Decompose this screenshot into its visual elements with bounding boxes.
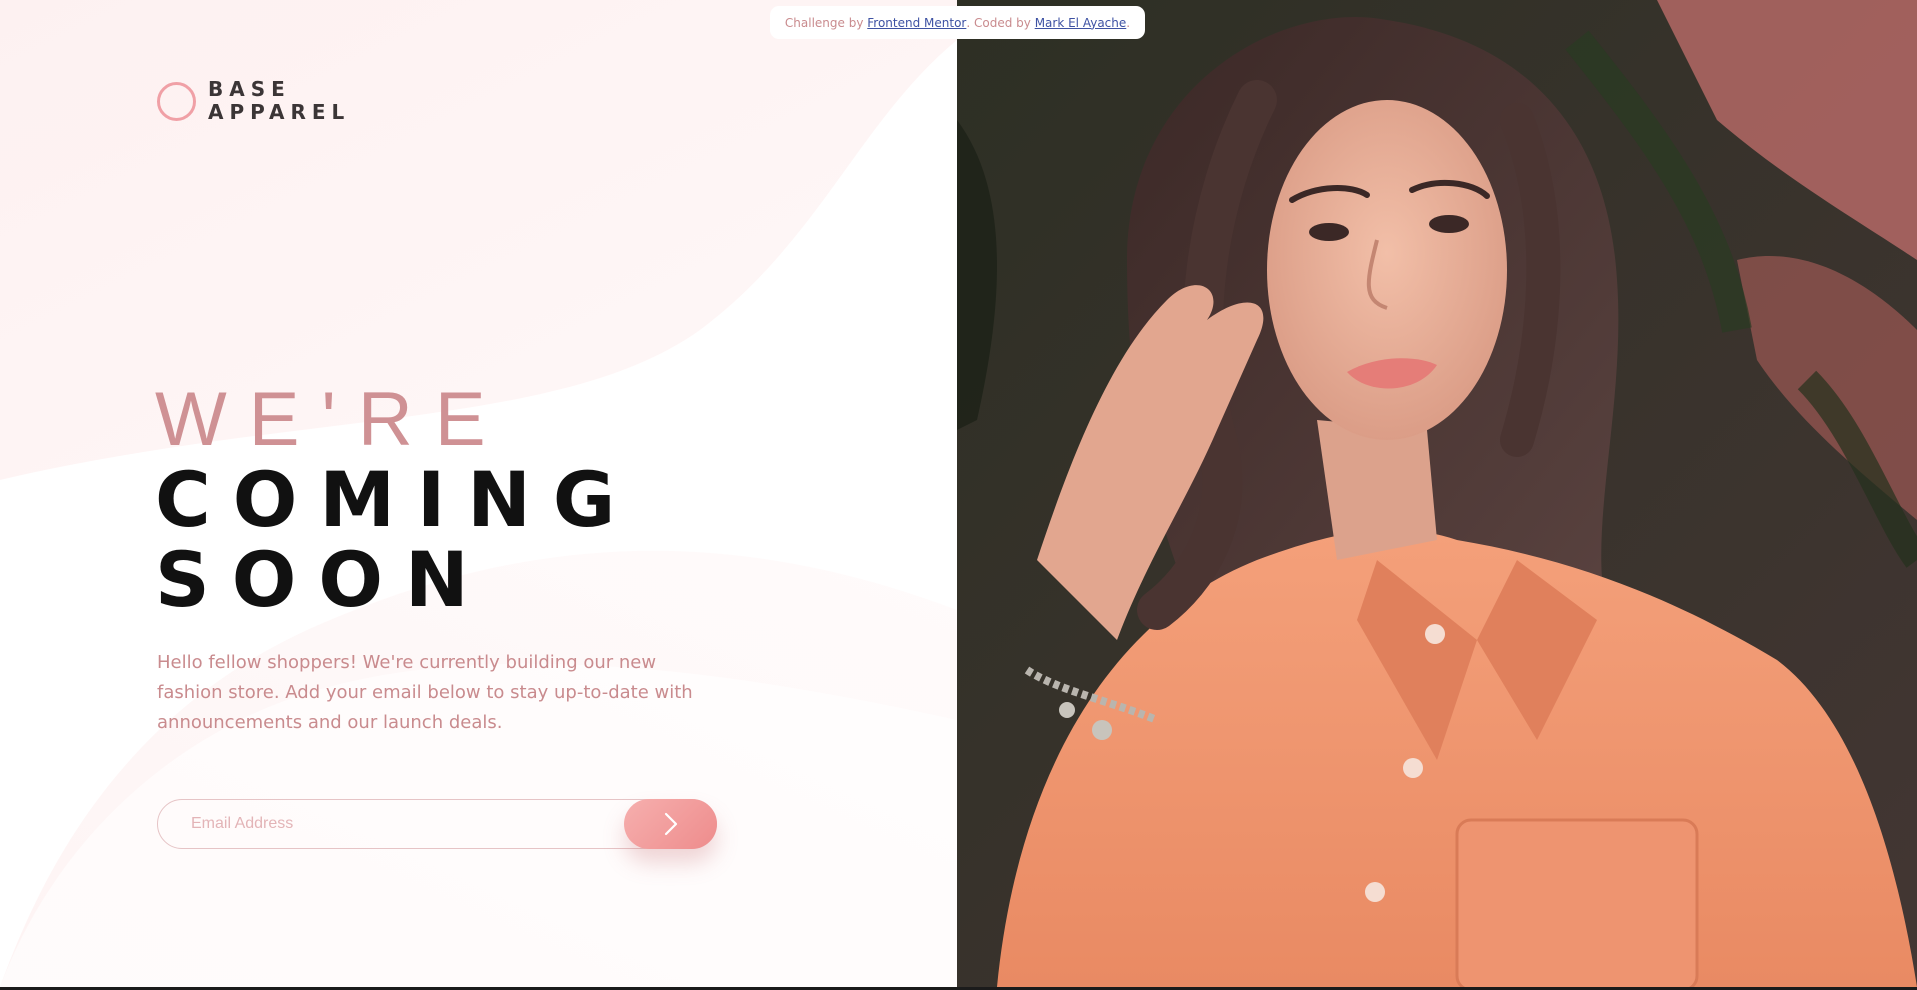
submit-button[interactable] bbox=[624, 799, 717, 849]
headline-line-2: COMING bbox=[155, 455, 638, 544]
frontend-mentor-link[interactable]: Frontend Mentor bbox=[867, 16, 966, 30]
page: BASE APPAREL WE'RE COMING SOON Hello fel… bbox=[0, 0, 1917, 987]
hero-photo-illustration bbox=[957, 0, 1917, 987]
brand-logo[interactable]: BASE APPAREL bbox=[157, 78, 350, 124]
attribution-badge: Challenge by Frontend Mentor. Coded by M… bbox=[770, 6, 1145, 39]
subscribe-form bbox=[157, 799, 717, 849]
attribution-prefix: Challenge by bbox=[784, 15, 864, 30]
page-description: Hello fellow shoppers! We're currently b… bbox=[157, 652, 693, 733]
logo-ring-icon bbox=[157, 81, 196, 121]
logo-line-1: BASE bbox=[208, 77, 291, 101]
attribution-suffix: . bbox=[1126, 15, 1131, 30]
chevron-right-icon bbox=[664, 812, 677, 836]
logo-line-2: APPAREL bbox=[208, 100, 351, 124]
page-headline: WE'RE COMING SOON bbox=[155, 380, 637, 620]
hero-image bbox=[957, 0, 1917, 987]
logo-wordmark: BASE APPAREL bbox=[208, 78, 350, 124]
headline-line-3: SOON bbox=[155, 535, 491, 624]
headline-line-1: WE'RE bbox=[155, 377, 508, 462]
author-link[interactable]: Mark El Ayache bbox=[1035, 16, 1127, 30]
content-panel: BASE APPAREL WE'RE COMING SOON Hello fel… bbox=[0, 0, 957, 987]
attribution-middle: . Coded by bbox=[966, 15, 1031, 30]
